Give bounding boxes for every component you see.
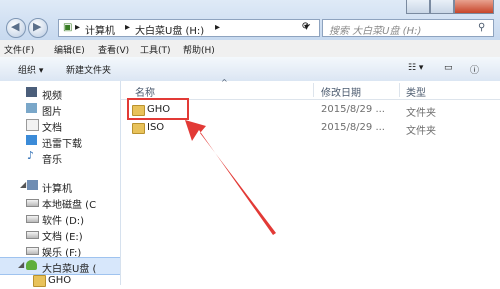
menu-help[interactable]: 帮助(H): [183, 43, 215, 56]
breadcrumb-current[interactable]: 大白菜U盘 (H:): [135, 22, 204, 37]
toolbar: 组织 ▾ 新建文件夹 ☷ ▾ ▭ ⓘ: [0, 57, 500, 82]
download-icon: [26, 135, 37, 145]
back-arrow-icon: ◀: [11, 20, 20, 33]
nav-label: 文档: [42, 123, 62, 134]
menu-bar: 文件(F) 编辑(E) 查看(V) 工具(T) 帮助(H): [0, 40, 500, 58]
new-folder-button[interactable]: 新建文件夹: [66, 63, 111, 76]
nav-item-music[interactable]: ♪ 音乐: [0, 149, 120, 166]
nav-item-drive-c[interactable]: 本地磁盘 (C: [0, 194, 120, 211]
drive-icon: [26, 215, 39, 223]
nav-item-videos[interactable]: 视频: [0, 85, 120, 102]
collapse-arrow-icon[interactable]: ◢: [18, 260, 24, 269]
view-options-icon[interactable]: ☷ ▾: [408, 63, 423, 73]
nav-label: 软件 (D:): [42, 216, 85, 227]
nav-item-drive-f[interactable]: 娱乐 (F:): [0, 242, 120, 259]
collapse-arrow-icon[interactable]: ◢: [20, 180, 26, 189]
folder-icon: [33, 275, 46, 287]
nav-label: 计算机: [42, 184, 72, 195]
nav-item-drive-d[interactable]: 软件 (D:): [0, 210, 120, 227]
nav-item-drive-e[interactable]: 文档 (E:): [0, 226, 120, 243]
breadcrumb-computer[interactable]: 计算机: [85, 22, 115, 37]
close-button[interactable]: [454, 0, 494, 14]
usb-drive-icon: [26, 260, 37, 270]
search-icon: ⚲: [478, 22, 486, 33]
computer-icon: ▣: [63, 22, 73, 33]
arrow-shape: [185, 120, 276, 235]
breadcrumb-separator[interactable]: ▸: [215, 22, 220, 33]
document-icon: [26, 119, 39, 131]
nav-item-documents[interactable]: 文档: [0, 117, 120, 134]
address-bar-area: ◀ ▶ ▣ ▸ 计算机 ▸ 大白菜U盘 (H:) ▸ ▾ ⟳ 搜索 大白菜U盘 …: [0, 0, 500, 40]
nav-item-pictures[interactable]: 图片: [0, 101, 120, 118]
drive-icon: [26, 247, 39, 255]
nav-label: 文档 (E:): [42, 232, 83, 243]
address-input[interactable]: ▣ ▸ 计算机 ▸ 大白菜U盘 (H:) ▸ ▾: [58, 19, 320, 37]
refresh-icon[interactable]: ⟳: [302, 21, 316, 35]
nav-label: 音乐: [42, 155, 62, 166]
picture-icon: [26, 103, 37, 113]
nav-label: 本地磁盘 (C: [42, 200, 97, 211]
maximize-button[interactable]: [430, 0, 454, 14]
forward-button[interactable]: ▶: [28, 18, 48, 38]
nav-item-xunlei[interactable]: 迅雷下载: [0, 133, 120, 150]
window-buttons: [406, 0, 494, 14]
nav-item-computer[interactable]: ◢ 计算机: [0, 178, 120, 195]
menu-view[interactable]: 查看(V): [98, 43, 129, 56]
nav-label: 迅雷下载: [42, 139, 82, 150]
navigation-pane: 视频 图片 文档 迅雷下载 ♪ 音乐 ◢ 计算机 本地磁盘 (C 软件 (D:)…: [0, 81, 121, 287]
menu-tools[interactable]: 工具(T): [140, 43, 171, 56]
menu-edit[interactable]: 编辑(E): [54, 43, 85, 56]
breadcrumb-separator[interactable]: ▸: [75, 22, 80, 33]
help-icon[interactable]: ⓘ: [470, 63, 479, 76]
breadcrumb-separator[interactable]: ▸: [125, 22, 130, 33]
video-icon: [26, 87, 37, 97]
computer-icon: [27, 180, 38, 190]
organize-button[interactable]: 组织 ▾: [18, 63, 43, 76]
nav-label: GHO: [48, 275, 72, 286]
drive-icon: [26, 199, 39, 207]
search-placeholder: 搜索 大白菜U盘 (H:): [329, 26, 422, 37]
nav-label: 视频: [42, 91, 62, 102]
annotation-arrow: [185, 120, 276, 235]
minimize-button[interactable]: [406, 0, 430, 14]
forward-arrow-icon: ▶: [33, 20, 42, 33]
music-icon: ♪: [27, 149, 35, 162]
drive-icon: [26, 231, 39, 239]
search-input[interactable]: 搜索 大白菜U盘 (H:) ⚲: [322, 19, 494, 37]
back-button[interactable]: ◀: [6, 18, 26, 38]
nav-item-gho[interactable]: GHO: [0, 273, 120, 289]
preview-pane-icon[interactable]: ▭: [444, 63, 453, 73]
organize-label: 组织: [18, 66, 37, 76]
nav-label: 图片: [42, 107, 62, 118]
menu-file[interactable]: 文件(F): [4, 43, 34, 56]
